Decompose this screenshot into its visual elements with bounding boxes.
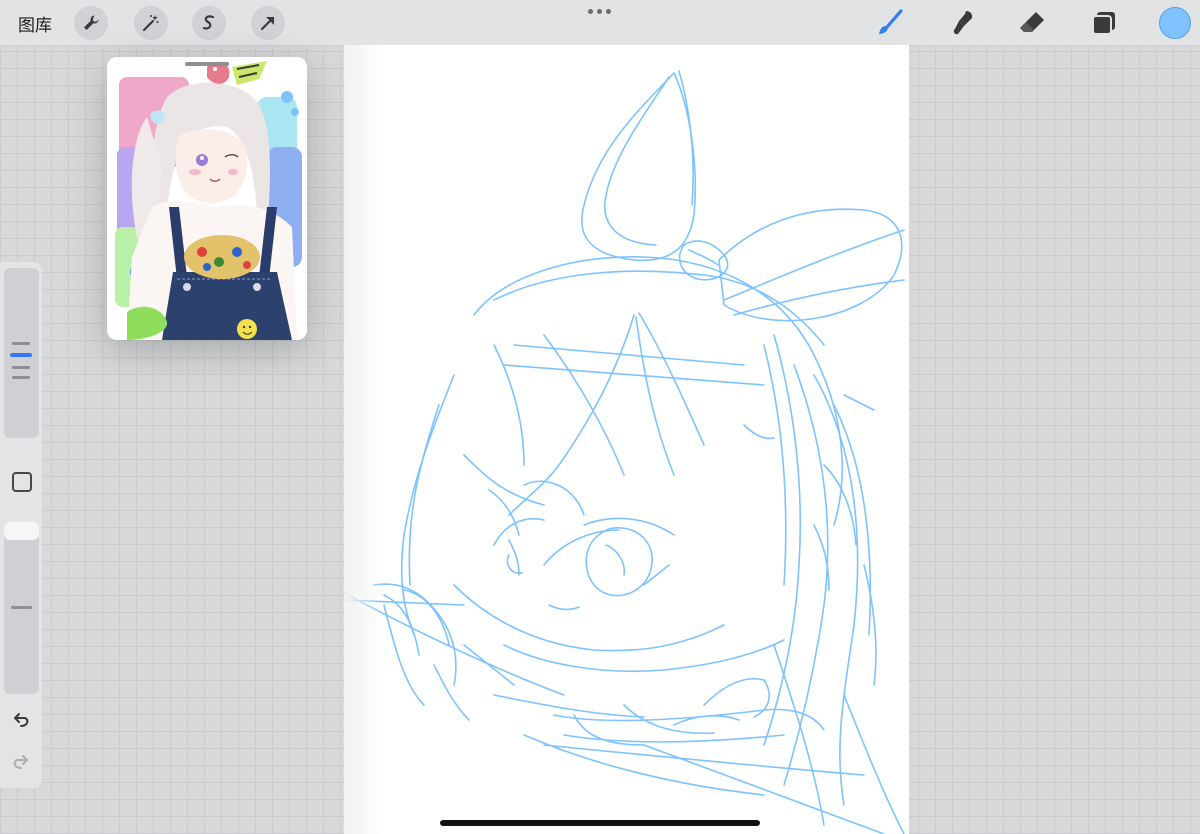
slider-tick <box>12 376 30 379</box>
drawing-canvas[interactable] <box>344 45 909 834</box>
redo-icon <box>13 755 28 769</box>
layers-tool[interactable] <box>1088 7 1120 39</box>
reference-image <box>107 57 307 340</box>
selection-icon <box>202 15 215 30</box>
transform-button[interactable] <box>251 6 285 40</box>
reference-drag-handle[interactable] <box>185 62 229 66</box>
brush-icon <box>879 9 903 34</box>
selection-button[interactable] <box>192 6 226 40</box>
top-toolbar: 图库 <box>0 0 1200 46</box>
opacity-thumb[interactable] <box>4 522 39 540</box>
slider-tick <box>12 366 30 369</box>
eraser-tool[interactable] <box>1016 7 1048 39</box>
brush-size-thumb[interactable] <box>10 353 32 357</box>
opacity-slider[interactable] <box>4 522 39 694</box>
gallery-button[interactable]: 图库 <box>18 11 52 36</box>
undo-icon <box>14 713 29 727</box>
eraser-icon <box>1020 12 1044 32</box>
brush-size-slider[interactable] <box>4 268 39 438</box>
slider-tick <box>11 606 32 609</box>
wrench-icon <box>84 15 99 30</box>
layers-icon <box>1092 12 1115 35</box>
adjustments-button[interactable] <box>134 6 168 40</box>
procreate-app: 图库 <box>0 0 1200 834</box>
home-indicator <box>440 820 760 826</box>
undo-button[interactable] <box>10 709 32 731</box>
redo-button[interactable] <box>10 751 32 773</box>
more-handle[interactable] <box>588 9 611 14</box>
color-picker-button[interactable] <box>1159 7 1191 39</box>
brush-tool[interactable] <box>874 7 906 39</box>
sketch-drawing <box>344 70 905 834</box>
actions-button[interactable] <box>74 6 108 40</box>
left-sidebar <box>0 262 42 788</box>
smudge-icon <box>953 11 973 35</box>
smudge-tool[interactable] <box>946 7 978 39</box>
magic-wand-icon <box>142 15 159 32</box>
canvas-edge-shade <box>344 45 384 834</box>
transform-arrow-icon <box>260 16 275 31</box>
reference-window[interactable] <box>107 57 307 340</box>
modify-button[interactable] <box>12 472 32 492</box>
slider-tick <box>12 342 30 345</box>
